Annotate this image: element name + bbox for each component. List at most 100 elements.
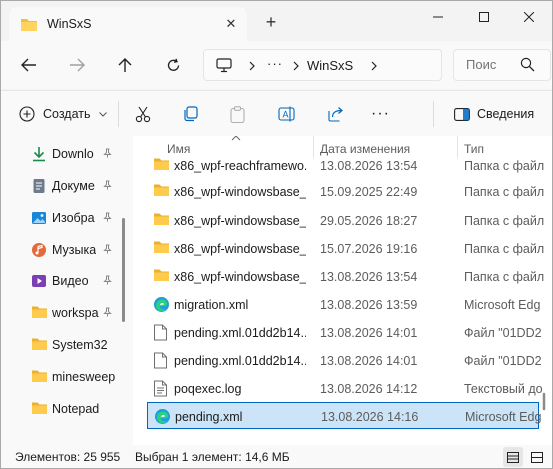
pin-icon xyxy=(103,307,112,319)
file-row[interactable]: x86_wpf-windowsbase_... 15.09.2025 22:49 П… xyxy=(147,178,544,205)
forward-button[interactable] xyxy=(63,51,91,79)
sidebar-item-музыка[interactable]: Музыка xyxy=(31,236,117,264)
sidebar-item-minesweep[interactable]: minesweep xyxy=(31,363,117,391)
folder-icon xyxy=(21,19,37,31)
file-row[interactable]: pending.xml.01dd2b14... 13.08.2026 14:01 Ф… xyxy=(147,347,542,374)
folder-icon xyxy=(31,337,47,353)
search-box[interactable] xyxy=(453,49,551,81)
sidebar-item-label: Докуме xyxy=(52,179,95,193)
file-name: x86_wpf-windowsbase_... xyxy=(174,185,306,199)
sidebar-item-label: minesweep xyxy=(52,370,116,384)
item-count: Элементов: 25 955 xyxy=(15,450,121,464)
tab-close-icon[interactable]: ✕ xyxy=(221,14,241,34)
file-date-modified: 13.08.2026 13:54 xyxy=(320,159,418,173)
details-view-button[interactable] xyxy=(503,447,523,467)
music-icon xyxy=(31,242,47,258)
paste-button[interactable] xyxy=(230,99,245,129)
file-type: Microsoft Edg xyxy=(464,298,541,312)
chevron-right-icon[interactable] xyxy=(249,61,255,71)
arrow-right-icon xyxy=(70,58,85,72)
status-bar: Элементов: 25 955 Выбран 1 элемент: 14,6… xyxy=(1,445,552,468)
maximize-icon xyxy=(479,12,489,22)
pictures-icon xyxy=(31,210,47,226)
sidebar-item-label: Notepad xyxy=(52,402,100,416)
chevron-right-icon[interactable] xyxy=(371,61,377,71)
file-date-modified: 13.08.2026 13:54 xyxy=(320,270,418,284)
arrow-left-icon xyxy=(21,58,36,72)
svg-text:A: A xyxy=(283,110,289,120)
file-date-modified: 13.08.2026 14:01 xyxy=(320,326,418,340)
minimize-button[interactable] xyxy=(415,1,461,33)
sidebar-item-докуме[interactable]: Докуме xyxy=(31,172,117,200)
folder-icon xyxy=(153,268,170,285)
close-button[interactable] xyxy=(506,1,552,33)
tiles-view-button[interactable] xyxy=(527,447,547,467)
file-name: migration.xml xyxy=(174,298,249,312)
address-overflow[interactable]: ··· xyxy=(267,56,283,71)
details-button[interactable]: Сведения xyxy=(454,99,534,129)
create-button[interactable]: Создать xyxy=(19,99,107,129)
sidebar-item-label: Музыка xyxy=(52,243,97,257)
more-options-button[interactable]: ··· xyxy=(371,99,390,129)
refresh-button[interactable] xyxy=(159,51,187,79)
file-row-selected[interactable]: pending.xml 13.08.2026 14:16 Microsoft Edg xyxy=(147,402,541,429)
cut-button[interactable] xyxy=(135,99,151,129)
file-list-scrollbar[interactable] xyxy=(542,316,546,416)
sidebar-item-label: workspa xyxy=(52,306,99,320)
sidebar-item-label: System32 xyxy=(52,338,108,352)
sidebar-item-видео[interactable]: Видео xyxy=(31,267,117,295)
file-row[interactable]: pending.xml.01dd2b14... 13.08.2026 14:01 Ф… xyxy=(147,319,542,346)
computer-icon xyxy=(216,58,232,73)
sidebar-item-label: Видео xyxy=(52,274,89,288)
minimize-icon xyxy=(433,16,443,18)
sidebar-item-изобра[interactable]: Изобра xyxy=(31,204,117,232)
file-name: x86_wpf-windowsbase_... xyxy=(174,242,306,256)
file-icon xyxy=(153,324,170,341)
file-row[interactable]: poqexec.log 13.08.2026 14:12 Текстовый до xyxy=(147,375,543,402)
file-row[interactable]: x86_wpf-reachframewo... 13.08.2026 13:54 П… xyxy=(147,152,544,179)
command-bar: Создать A ··· Сведения xyxy=(1,90,552,136)
file-name: x86_wpf-reachframewo... xyxy=(174,159,306,173)
folder-icon xyxy=(153,212,170,229)
file-row[interactable]: x86_wpf-windowsbase_... 29.05.2026 18:27 П… xyxy=(147,207,544,234)
file-date-modified: 15.07.2026 19:16 xyxy=(320,242,418,256)
up-button[interactable] xyxy=(111,51,139,79)
pin-icon xyxy=(103,148,112,160)
pin-icon xyxy=(103,244,112,256)
address-current-folder[interactable]: WinSxS xyxy=(307,58,353,73)
text-file-icon xyxy=(153,380,170,397)
title-bar: WinSxS ✕ + xyxy=(1,1,552,41)
sort-ascending-icon xyxy=(231,136,241,141)
rename-button[interactable]: A xyxy=(278,99,296,129)
back-button[interactable] xyxy=(15,51,43,79)
create-label: Создать xyxy=(43,107,91,121)
folder-icon xyxy=(31,305,47,321)
file-row[interactable]: migration.xml 13.08.2026 13:59 Microsoft E… xyxy=(147,291,540,318)
new-tab-button[interactable]: + xyxy=(261,13,281,33)
sidebar-item-workspa[interactable]: workspa xyxy=(31,299,117,327)
arrow-up-icon xyxy=(118,58,132,72)
navigation-pane-scrollbar[interactable] xyxy=(122,218,125,322)
details-label: Сведения xyxy=(477,107,535,121)
share-button[interactable] xyxy=(327,99,344,129)
file-type: Текстовый до xyxy=(464,382,543,396)
chevron-down-icon xyxy=(98,111,107,117)
file-name: pending.xml.01dd2b14... xyxy=(174,354,306,368)
file-row[interactable]: x86_wpf-windowsbase_... 15.07.2026 19:16 П… xyxy=(147,235,544,262)
sidebar-item-system32[interactable]: System32 xyxy=(31,331,117,359)
address-bar[interactable]: ··· WinSxS xyxy=(203,49,442,81)
file-row[interactable]: x86_wpf-windowsbase_... 13.08.2026 13:54 П… xyxy=(147,263,544,290)
details-pane-icon xyxy=(454,107,470,121)
search-input[interactable] xyxy=(466,57,516,72)
sidebar-item-label: Downlo xyxy=(52,147,94,161)
folder-icon xyxy=(153,240,170,257)
tab-winsxs[interactable]: WinSxS ✕ xyxy=(9,7,247,41)
copy-button[interactable] xyxy=(182,99,198,129)
file-type: Папка с файл xyxy=(464,242,544,256)
maximize-button[interactable] xyxy=(461,1,507,33)
sidebar-item-notepad[interactable]: Notepad xyxy=(31,395,117,423)
pin-icon xyxy=(103,180,112,192)
tab-title: WinSxS xyxy=(47,17,92,31)
chevron-right-icon[interactable] xyxy=(293,61,299,71)
sidebar-item-downlo[interactable]: Downlo xyxy=(31,140,117,168)
